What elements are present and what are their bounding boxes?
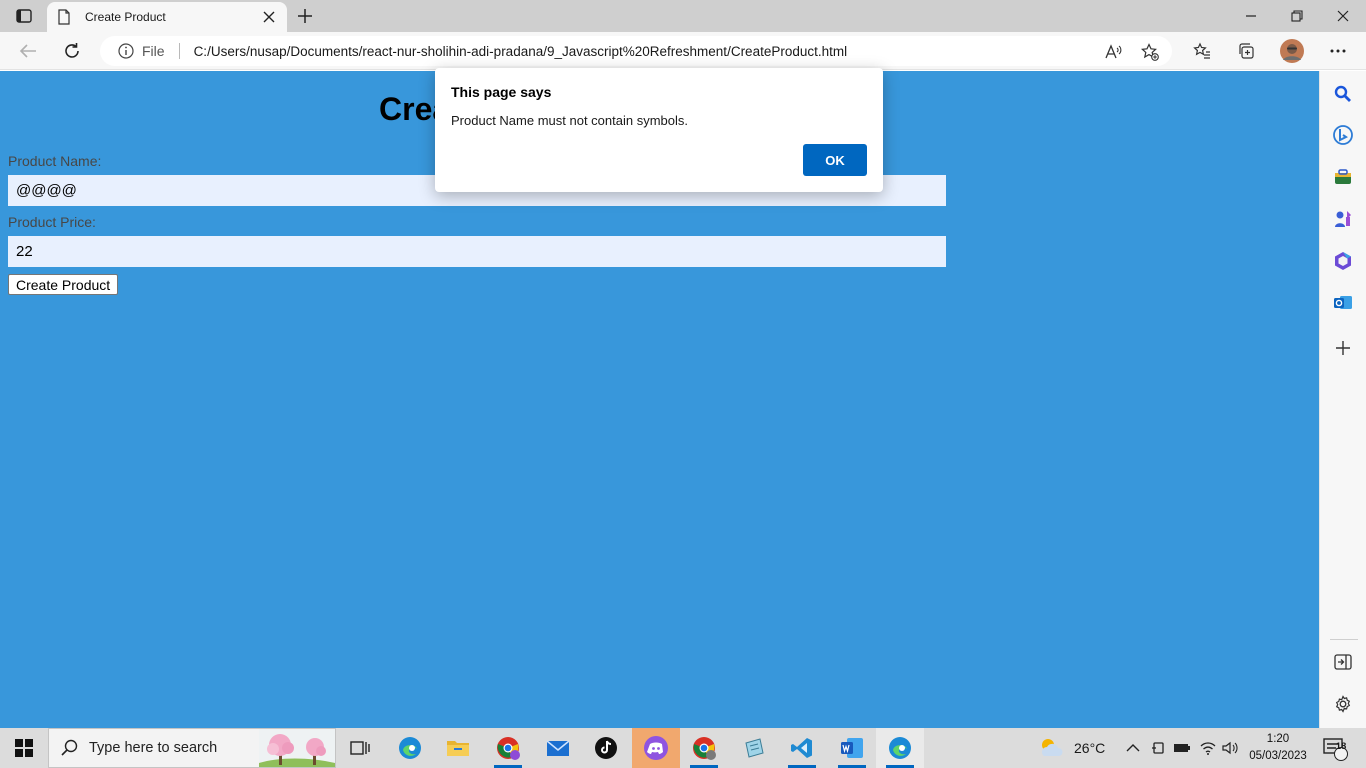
notification-count: 18 — [1335, 741, 1347, 752]
wifi-icon[interactable] — [1199, 728, 1217, 768]
tiktok-icon[interactable] — [582, 728, 630, 768]
browser-toolbar: File C:/Users/nusap/Documents/react-nur-… — [0, 32, 1366, 70]
close-tab-icon[interactable] — [261, 9, 277, 25]
search-placeholder: Type here to search — [89, 740, 218, 756]
sidebar-divider — [1330, 639, 1358, 640]
search-icon[interactable] — [1332, 83, 1354, 105]
minimize-icon[interactable] — [1228, 0, 1274, 32]
bing-chat-icon[interactable] — [1332, 124, 1354, 146]
games-icon[interactable] — [1332, 208, 1354, 230]
weather-temperature: 26°C — [1074, 740, 1106, 756]
close-window-icon[interactable] — [1320, 0, 1366, 32]
taskbar-search-box[interactable]: Type here to search — [48, 728, 336, 768]
ok-button[interactable]: OK — [803, 144, 867, 176]
dialog-title: This page says — [451, 84, 552, 100]
page-icon — [57, 9, 73, 25]
chrome-profile-1-icon[interactable] — [484, 728, 532, 768]
address-scheme-label: File — [142, 43, 165, 59]
weather-widget[interactable]: 26°C — [1038, 728, 1105, 768]
chrome-profile-2-icon[interactable] — [680, 728, 728, 768]
partly-cloudy-icon — [1042, 739, 1063, 756]
settings-icon[interactable] — [1332, 693, 1354, 715]
vscode-icon[interactable] — [778, 728, 826, 768]
product-price-label: Product Price: — [8, 214, 96, 230]
meet-now-icon[interactable] — [1151, 728, 1167, 768]
windows-start-icon[interactable] — [0, 728, 48, 768]
address-bar[interactable]: File C:/Users/nusap/Documents/react-nur-… — [100, 36, 1172, 66]
new-tab-icon[interactable] — [294, 6, 316, 26]
clock-time: 1:20 — [1266, 733, 1290, 745]
profile-avatar[interactable] — [1278, 37, 1306, 65]
add-favorite-icon[interactable] — [1141, 43, 1159, 61]
back-icon[interactable] — [14, 37, 42, 65]
show-hidden-icons-chevron-up-icon[interactable] — [1126, 728, 1140, 768]
tab-create-product[interactable]: Create Product — [47, 2, 287, 32]
more-options-icon[interactable] — [1324, 37, 1352, 65]
favorites-icon[interactable] — [1188, 37, 1216, 65]
notepad-icon[interactable] — [730, 728, 778, 768]
address-separator — [178, 43, 180, 59]
edge-active-window-icon[interactable] — [876, 728, 924, 768]
info-icon[interactable] — [118, 43, 134, 59]
title-bar: Create Product — [0, 0, 1366, 32]
volume-icon[interactable] — [1222, 728, 1238, 768]
taskbar: Type here to search 26°C 1:20 05/03/2023… — [0, 728, 1366, 768]
product-price-input[interactable] — [8, 236, 946, 267]
battery-icon[interactable] — [1173, 728, 1191, 768]
search-magnifier-icon — [61, 739, 78, 756]
url-text[interactable]: C:/Users/nusap/Documents/react-nur-sholi… — [194, 44, 848, 59]
cherry-blossom-illustration-icon — [259, 729, 335, 767]
task-view-icon[interactable] — [336, 728, 384, 768]
outlook-icon[interactable] — [1332, 292, 1354, 314]
add-sidebar-app-icon[interactable] — [1332, 337, 1354, 359]
alert-dialog: This page says Product Name must not con… — [435, 68, 883, 192]
hide-sidebar-icon[interactable] — [1332, 651, 1354, 673]
create-product-button[interactable]: Create Product — [8, 274, 119, 295]
file-explorer-icon[interactable] — [434, 728, 482, 768]
discord-icon[interactable] — [632, 728, 680, 768]
collections-icon[interactable] — [1232, 37, 1260, 65]
read-aloud-icon[interactable] — [1104, 43, 1122, 61]
product-name-label: Product Name: — [8, 153, 102, 169]
shopping-icon[interactable] — [1332, 166, 1354, 188]
tab-actions-icon[interactable] — [10, 6, 38, 26]
dialog-message: Product Name must not contain symbols. — [451, 113, 688, 128]
refresh-icon[interactable] — [58, 37, 86, 65]
office-icon[interactable] — [1332, 250, 1354, 272]
word-icon[interactable] — [828, 728, 876, 768]
clock[interactable]: 1:20 05/03/2023 — [1246, 731, 1310, 765]
tab-title: Create Product — [85, 10, 166, 24]
notification-center-icon[interactable]: 18 — [1322, 728, 1348, 768]
clock-date: 05/03/2023 — [1249, 750, 1307, 762]
edge-sidebar — [1319, 71, 1366, 728]
restore-icon[interactable] — [1274, 0, 1320, 32]
mail-icon[interactable] — [534, 728, 582, 768]
edge-taskbar-icon[interactable] — [386, 728, 434, 768]
